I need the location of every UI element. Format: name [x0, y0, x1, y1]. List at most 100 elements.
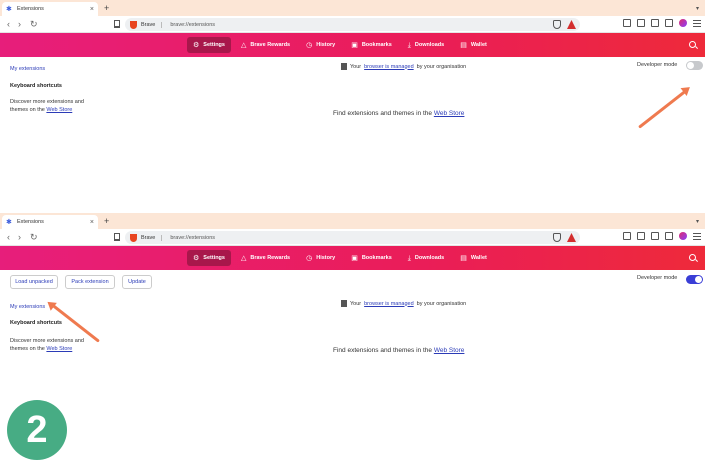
nav-item-brave-rewards[interactable]: △ Brave Rewards — [235, 37, 296, 53]
sidebar-item-my-extensions[interactable]: My extensions — [10, 66, 45, 72]
nav-item-downloads[interactable]: ⤓ Downloads — [402, 250, 450, 266]
tab-strip: ✱ Extensions × + ▾ — [0, 0, 705, 16]
download-icon: ⤓ — [407, 254, 411, 262]
tab-search-chevron-icon[interactable]: ▾ — [696, 5, 699, 12]
brave-label: Brave — [141, 21, 163, 28]
vpn-icon[interactable] — [651, 19, 659, 27]
developer-mode-toggle[interactable] — [686, 61, 703, 70]
search-icon[interactable] — [689, 254, 696, 261]
search-icon[interactable] — [689, 41, 696, 48]
bookmark-icon[interactable] — [114, 233, 120, 241]
rewards-triangle-icon[interactable] — [567, 233, 576, 242]
find-web-store-link[interactable]: Web Store — [434, 347, 465, 354]
bookmarks-icon: ▣ — [351, 254, 358, 262]
screenshot-panel-developer-mode-on: ✱ Extensions × + ▾ ‹ › ↻ Brave brave://e… — [0, 213, 705, 470]
nav-item-history[interactable]: ◷ History — [300, 37, 341, 53]
find-web-store-link[interactable]: Web Store — [434, 110, 465, 117]
tab-strip: ✱ Extensions × + ▾ — [0, 213, 705, 229]
load-unpacked-button[interactable]: Load unpacked — [10, 275, 58, 289]
toggle-knob — [695, 276, 702, 283]
nav-label: History — [316, 42, 336, 48]
browser-toolbar: ‹ › ↻ Brave brave://extensions — [0, 16, 705, 33]
managed-suffix: by your organisation — [416, 300, 467, 307]
bookmark-icon[interactable] — [114, 20, 120, 28]
back-icon[interactable]: ‹ — [7, 232, 10, 242]
tab-search-chevron-icon[interactable]: ▾ — [696, 218, 699, 225]
tab-close-icon[interactable]: × — [90, 219, 98, 226]
vpn-icon[interactable] — [651, 232, 659, 240]
managed-link[interactable]: browser is managed — [364, 64, 414, 70]
sidebar-icon[interactable] — [623, 19, 631, 27]
nav-item-downloads[interactable]: ⤓ Downloads — [402, 37, 450, 53]
history-clock-icon: ◷ — [306, 254, 313, 262]
tab-title: Extensions — [17, 219, 44, 225]
managed-notice: Your browser is managed by your organisa… — [341, 300, 466, 307]
nav-item-bookmarks[interactable]: ▣ Bookmarks — [345, 37, 398, 53]
managed-prefix: Your — [350, 63, 362, 70]
url-text[interactable]: brave://extensions — [166, 22, 215, 28]
developer-mode-toggle[interactable] — [686, 275, 703, 284]
find-prefix: Find extensions and themes in the — [333, 110, 433, 117]
rewards-triangle-icon: △ — [240, 254, 247, 262]
brave-shields-lion-icon[interactable] — [553, 233, 561, 242]
extensions-icon[interactable] — [665, 232, 673, 240]
annotation-arrow — [638, 89, 688, 129]
address-bar[interactable]: Brave brave://extensions — [125, 231, 580, 244]
managed-suffix: by your organisation — [416, 63, 467, 70]
brave-shield-icon[interactable] — [130, 20, 137, 29]
download-icon: ⤓ — [407, 41, 411, 49]
profile-avatar-icon[interactable] — [679, 19, 687, 27]
nav-item-settings[interactable]: ⚙ Settings — [187, 250, 231, 266]
menu-icon[interactable] — [693, 232, 701, 240]
nav-item-brave-rewards[interactable]: △ Brave Rewards — [235, 250, 296, 266]
managed-link[interactable]: browser is managed — [364, 301, 414, 307]
screenshot-panel-developer-mode-off: ✱ Extensions × + ▾ ‹ › ↻ Brave brave://e… — [0, 0, 705, 213]
building-icon — [341, 63, 347, 70]
find-prefix: Find extensions and themes in the — [333, 347, 433, 354]
brave-shields-lion-icon[interactable] — [553, 20, 561, 29]
rewards-triangle-icon[interactable] — [567, 20, 576, 29]
address-bar[interactable]: Brave brave://extensions — [125, 18, 580, 31]
tab-extensions[interactable]: ✱ Extensions × — [2, 2, 98, 16]
forward-icon[interactable]: › — [18, 232, 21, 242]
nav-label: Downloads — [414, 42, 445, 48]
nav-item-bookmarks[interactable]: ▣ Bookmarks — [345, 250, 398, 266]
pack-extension-button[interactable]: Pack extension — [65, 275, 115, 289]
discover-text: Discover more extensions and themes on t… — [10, 98, 100, 114]
settings-nav-bar: ⚙ Settings △ Brave Rewards ◷ History ▣ B… — [0, 33, 705, 57]
toolbar-actions — [623, 19, 701, 27]
nav-label: Wallet — [470, 42, 487, 48]
nav-item-wallet[interactable]: ▤ Wallet — [454, 37, 493, 53]
extensions-icon[interactable] — [665, 19, 673, 27]
managed-notice: Your browser is managed by your organisa… — [341, 63, 466, 70]
nav-label: Bookmarks — [361, 255, 392, 261]
new-tab-button[interactable]: + — [104, 3, 109, 13]
sidebar-item-my-extensions[interactable]: My extensions — [10, 304, 45, 310]
reload-icon[interactable]: ↻ — [30, 232, 38, 242]
menu-icon[interactable] — [693, 19, 701, 27]
tab-title: Extensions — [17, 6, 44, 12]
sidebar-item-keyboard-shortcuts[interactable]: Keyboard shortcuts — [10, 320, 62, 326]
nav-item-wallet[interactable]: ▤ Wallet — [454, 250, 493, 266]
media-icon[interactable] — [637, 232, 645, 240]
nav-item-settings[interactable]: ⚙ Settings — [187, 37, 231, 53]
sidebar-icon[interactable] — [623, 232, 631, 240]
back-icon[interactable]: ‹ — [7, 19, 10, 29]
nav-items: ⚙ Settings △ Brave Rewards ◷ History ▣ B… — [187, 250, 493, 266]
web-store-link[interactable]: Web Store — [46, 107, 72, 113]
tab-close-icon[interactable]: × — [90, 6, 98, 13]
discover-text: Discover more extensions and themes on t… — [10, 337, 100, 353]
web-store-link[interactable]: Web Store — [46, 346, 72, 352]
forward-icon[interactable]: › — [18, 19, 21, 29]
update-button[interactable]: Update — [122, 275, 152, 289]
media-icon[interactable] — [637, 19, 645, 27]
nav-item-history[interactable]: ◷ History — [300, 250, 341, 266]
new-tab-button[interactable]: + — [104, 216, 109, 226]
sidebar-item-keyboard-shortcuts[interactable]: Keyboard shortcuts — [10, 83, 62, 89]
reload-icon[interactable]: ↻ — [30, 19, 38, 29]
tab-extensions[interactable]: ✱ Extensions × — [2, 215, 98, 229]
brave-shield-icon[interactable] — [130, 233, 137, 242]
url-text[interactable]: brave://extensions — [166, 235, 215, 241]
profile-avatar-icon[interactable] — [679, 232, 687, 240]
nav-label: Brave Rewards — [250, 42, 291, 48]
